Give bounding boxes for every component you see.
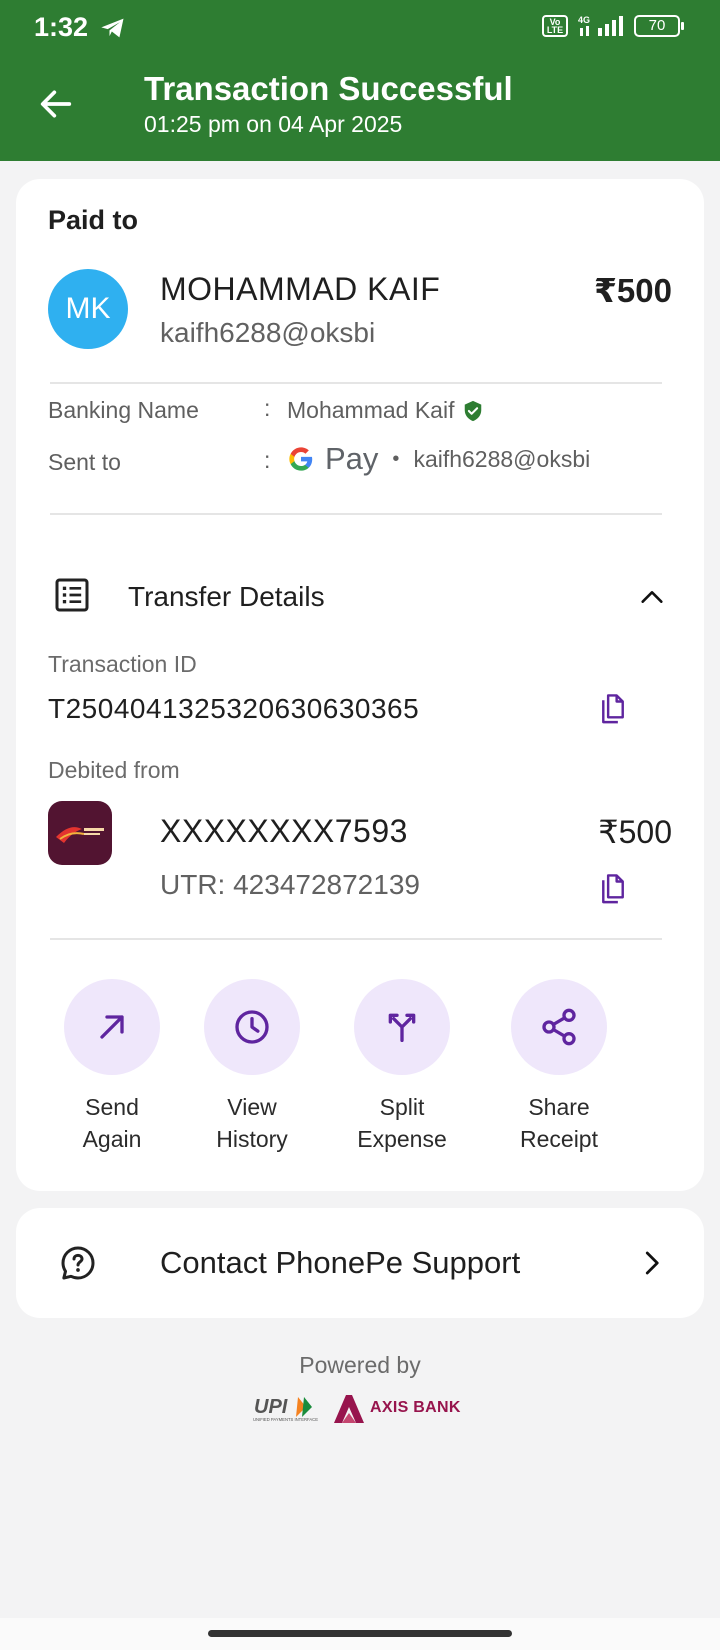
- debit-amount: ₹500: [598, 814, 672, 850]
- google-g-icon: [289, 447, 313, 471]
- status-bar: 1:32 Vo LTE 4G 70: [0, 0, 720, 56]
- account-number: XXXXXXXX7593: [160, 813, 408, 849]
- sent-to-label: Sent to: [48, 449, 121, 475]
- divider: [50, 382, 662, 384]
- status-icons: Vo LTE 4G 70: [542, 14, 684, 38]
- avatar: MK: [48, 269, 128, 349]
- axis-bank-mark: [334, 1395, 364, 1423]
- share-receipt-button[interactable]: Share Receipt: [494, 979, 624, 1155]
- app-header: 1:32 Vo LTE 4G 70 Transaction Successful…: [0, 0, 720, 161]
- transaction-timestamp: 01:25 pm on 04 Apr 2025: [144, 111, 403, 137]
- sent-to-vpa: kaifh6288@oksbi: [413, 445, 591, 472]
- signal-icon: 4G: [578, 15, 623, 36]
- paid-to-heading: Paid to: [48, 205, 139, 235]
- axis-bank-name: AXIS BANK: [370, 1399, 461, 1416]
- split-expense-label: Split Expense: [357, 1094, 447, 1152]
- svg-text:4G: 4G: [578, 15, 590, 25]
- home-indicator[interactable]: [208, 1630, 512, 1637]
- view-history-button[interactable]: View History: [187, 979, 317, 1155]
- upi-logo: UPI UNIFIED PAYMENTS INTERFACE: [253, 1396, 318, 1422]
- divider: [50, 513, 662, 515]
- sent-to-row: Pay • kaifh6288@oksbi: [287, 441, 590, 477]
- view-history-circle[interactable]: [204, 979, 300, 1075]
- chevron-up-icon[interactable]: [638, 583, 666, 611]
- payee-vpa: kaifh6288@oksbi: [160, 317, 376, 348]
- send-again-circle[interactable]: [64, 979, 160, 1075]
- powered-by-label: Powered by: [299, 1352, 421, 1378]
- paid-amount: ₹500: [593, 272, 672, 309]
- separator-dot: •: [392, 447, 400, 470]
- chevron-right-icon: [645, 1251, 659, 1275]
- transaction-card: Paid to MK MOHAMMAD KAIF kaifh6288@oksbi…: [16, 179, 704, 1191]
- transfer-details-title[interactable]: Transfer Details: [128, 581, 325, 613]
- svg-text:UPI: UPI: [254, 1396, 288, 1418]
- send-again-label: Send Again: [82, 1094, 142, 1152]
- transaction-id-label: Transaction ID: [48, 651, 197, 677]
- payee-name: MOHAMMAD KAIF: [160, 271, 441, 307]
- axis-bank-logo: AXIS BANK: [332, 1393, 461, 1423]
- status-time: 1:32: [34, 12, 89, 42]
- send-again-button[interactable]: Send Again: [47, 979, 177, 1155]
- divider: [50, 938, 662, 940]
- colon: :: [264, 447, 271, 473]
- verified-shield-icon: [465, 400, 482, 421]
- page-title: Transaction Successful: [144, 70, 513, 107]
- contact-support-button[interactable]: Contact PhonePe Support: [16, 1208, 704, 1318]
- share-icon: [542, 1008, 576, 1046]
- utr-number: UTR: 423472872139: [160, 869, 420, 900]
- debited-from-label: Debited from: [48, 757, 180, 783]
- view-history-label: View History: [216, 1094, 288, 1152]
- document-list-icon: [55, 578, 89, 612]
- share-receipt-label: Share Receipt: [520, 1094, 598, 1152]
- partner-logos: UPI UNIFIED PAYMENTS INTERFACE AXIS BANK: [252, 1392, 468, 1424]
- banking-name-label: Banking Name: [48, 397, 199, 423]
- battery-icon: 70: [634, 15, 684, 37]
- banking-name-row: Mohammad Kaif: [287, 397, 484, 424]
- share-receipt-circle[interactable]: [511, 979, 607, 1075]
- volte-icon: Vo LTE: [542, 15, 568, 37]
- clock-icon: [235, 1010, 269, 1044]
- transaction-id: T2504041325320630630365: [48, 693, 420, 724]
- help-chat-icon: [61, 1246, 95, 1280]
- colon: :: [264, 395, 271, 421]
- copy-icon[interactable]: [598, 873, 628, 907]
- split-expense-circle[interactable]: [354, 979, 450, 1075]
- svg-text:UNIFIED PAYMENTS INTERFACE: UNIFIED PAYMENTS INTERFACE: [253, 1417, 318, 1422]
- split-expense-button[interactable]: Split Expense: [337, 979, 467, 1155]
- contact-support-label: Contact PhonePe Support: [160, 1245, 521, 1280]
- copy-icon[interactable]: [598, 693, 628, 727]
- banking-name-value: Mohammad Kaif: [287, 397, 455, 423]
- split-icon: [388, 1013, 416, 1042]
- bank-logo: [48, 801, 112, 865]
- telegram-icon: [101, 18, 124, 38]
- gpay-label: Pay: [325, 441, 379, 476]
- arrow-up-right-icon: [100, 1015, 124, 1039]
- back-arrow-icon[interactable]: [36, 84, 76, 124]
